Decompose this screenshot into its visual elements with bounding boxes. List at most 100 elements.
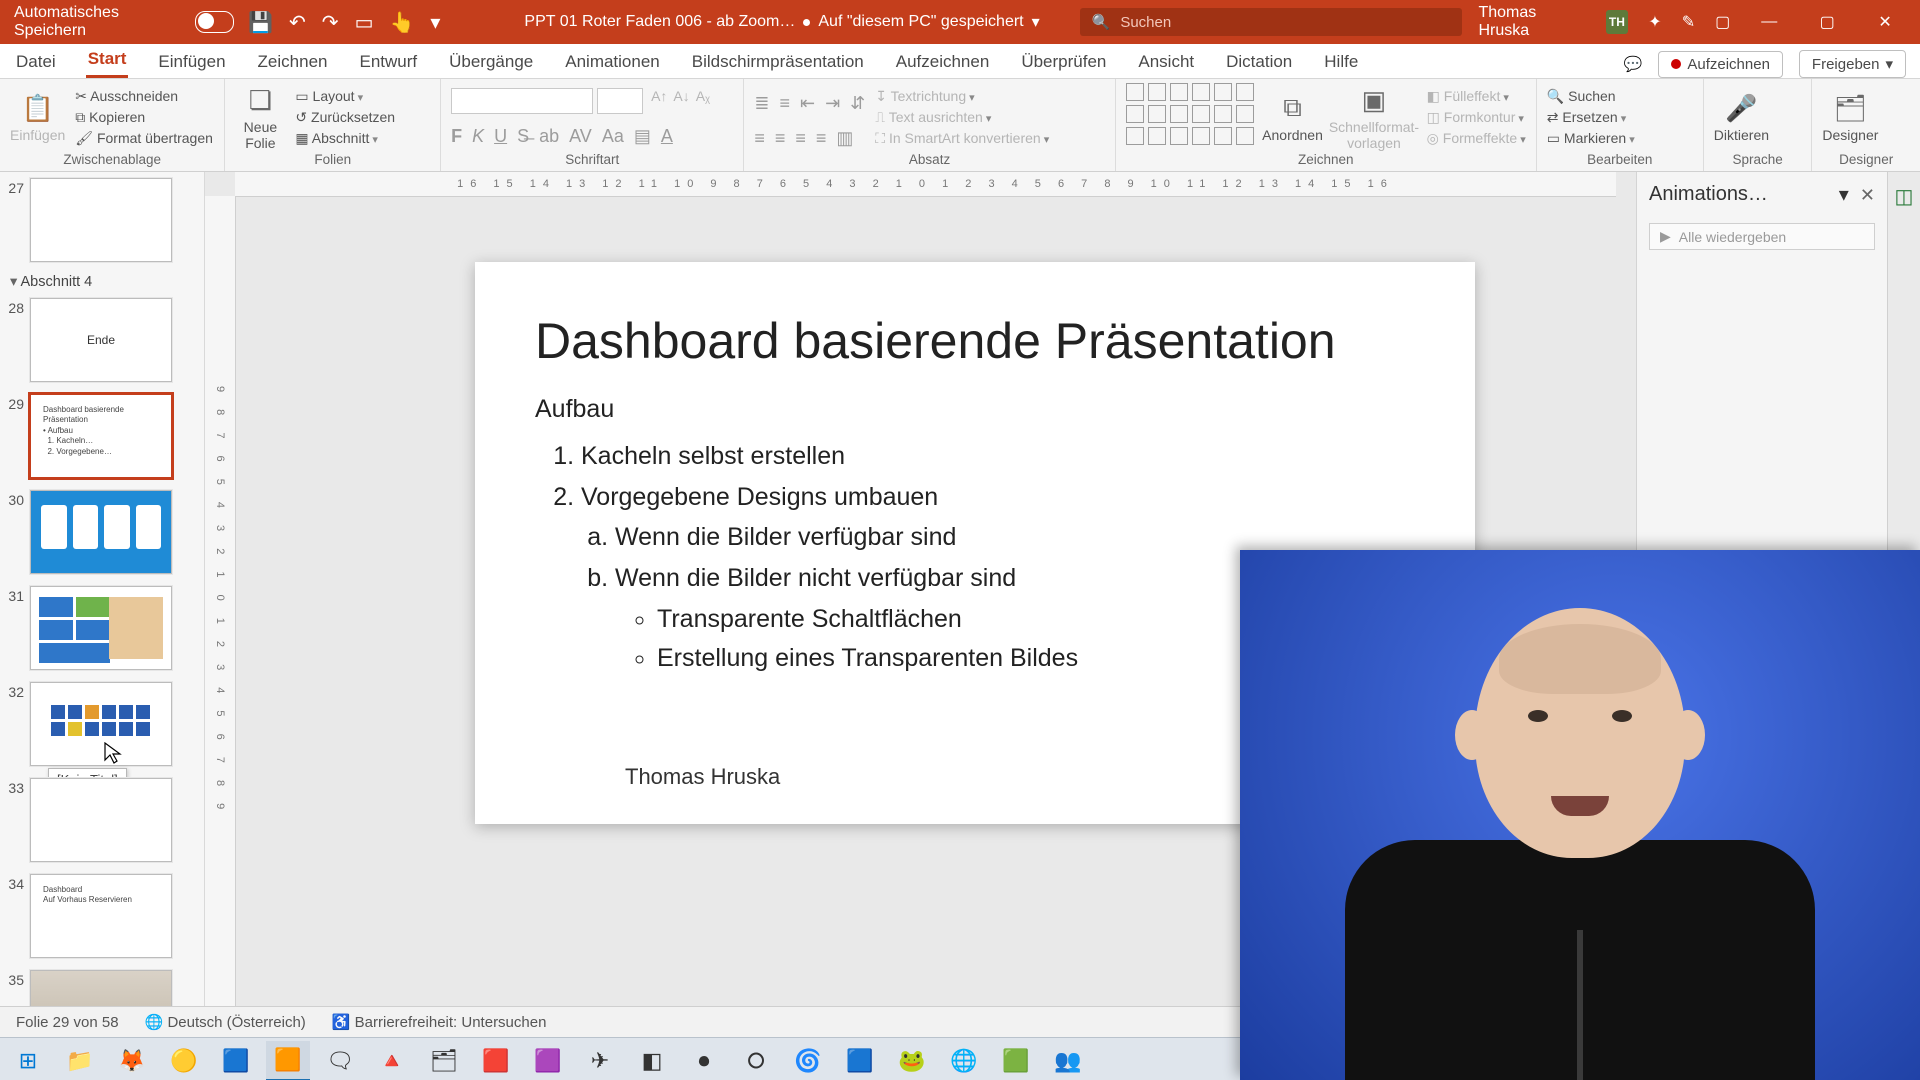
decrease-font-icon[interactable]: A↓ [673,88,689,114]
cut-button[interactable]: ✂ Ausschneiden [75,88,213,105]
touch-icon[interactable]: 👆 [389,10,414,35]
italic-icon[interactable]: K [472,126,484,147]
close-button[interactable]: ✕ [1866,12,1904,32]
redo-icon[interactable]: ↷ [322,10,339,35]
indent-dec-icon[interactable]: ⇤ [800,93,815,114]
replace-button[interactable]: ⇄ Ersetzen [1547,109,1635,126]
find-button[interactable]: 🔍 Suchen [1547,88,1635,105]
spacing-icon[interactable]: AV [569,126,592,147]
align-left-icon[interactable]: ≡ [754,128,765,149]
taskbar-outlook[interactable]: 🟦 [214,1042,258,1080]
document-title-area[interactable]: PPT 01 Roter Faden 006 - ab Zoom… Auf "d… [524,12,1039,32]
autosave-toggle[interactable]: Automatisches Speichern [14,4,234,40]
designer-button[interactable]: 🗂Designer [1822,83,1878,152]
highlight-icon[interactable]: ▤ [634,126,651,147]
coming-soon-icon[interactable]: ✦ [1648,12,1661,32]
taskbar-teams[interactable]: 👥 [1046,1042,1090,1080]
tab-datei[interactable]: Datei [14,46,58,78]
taskbar-app[interactable]: 🟥 [474,1042,518,1080]
quick-styles-button[interactable]: ▣Schnellformat- vorlagen [1331,83,1416,152]
status-accessibility[interactable]: ♿ Barrierefreiheit: Untersuchen [332,1013,547,1031]
taskbar-edge[interactable]: 🌐 [942,1042,986,1080]
window-layout-icon[interactable]: ▢ [1715,12,1730,32]
strike-icon[interactable]: S̶ [517,126,529,147]
slide-thumbnails-panel[interactable]: 27 Abschnitt 4 28 Ende 29 Dashboard basi… [0,172,205,1006]
status-language[interactable]: 🌐 Deutsch (Österreich) [145,1013,306,1031]
shape-fill-button[interactable]: ◧ Fülleffekt [1427,88,1526,105]
align-right-icon[interactable]: ≡ [795,128,806,149]
bold-icon[interactable]: F [451,126,462,147]
tab-animationen[interactable]: Animationen [563,46,662,78]
indent-inc-icon[interactable]: ⇥ [825,93,840,114]
taskbar-app[interactable]: 🗨 [318,1042,362,1080]
case-icon[interactable]: Aa [602,126,624,147]
shadow-icon[interactable]: ab [539,126,559,147]
taskbar-app[interactable]: ⭘ [734,1042,778,1080]
tab-zeichnen[interactable]: Zeichnen [256,46,330,78]
user-avatar[interactable]: TH [1606,10,1629,34]
taskbar-telegram[interactable]: ✈ [578,1042,622,1080]
columns-icon[interactable]: ▥ [836,128,853,149]
arrange-button[interactable]: ⧉Anordnen [1264,83,1321,152]
section-header[interactable]: Abschnitt 4 [10,274,198,290]
tab-bildschirmpraesentation[interactable]: Bildschirmpräsentation [690,46,866,78]
underline-icon[interactable]: U [494,126,507,147]
thumb-33[interactable] [30,778,172,862]
select-button[interactable]: ▭ Markieren [1547,130,1635,147]
pane-close-icon[interactable]: ✕ [1860,185,1875,205]
taskbar-explorer[interactable]: 📁 [58,1042,102,1080]
play-all-button[interactable]: ▶Alle wiedergeben [1649,223,1875,250]
draw-icon[interactable]: ✎ [1682,12,1695,32]
line-spacing-icon[interactable]: ⇵ [850,93,865,114]
text-direction-button[interactable]: ↧ Textrichtung [875,88,1049,105]
taskbar-onenote[interactable]: 🟪 [526,1042,570,1080]
share-button[interactable]: Freigeben ▾ [1799,50,1906,78]
taskbar-powerpoint[interactable]: 🟧 [266,1041,310,1080]
font-color-icon[interactable]: A [661,126,673,147]
numbering-icon[interactable]: ≡ [779,93,790,114]
taskbar-app[interactable]: 🌀 [786,1042,830,1080]
section-button[interactable]: ▦ Abschnitt [295,130,395,147]
increase-font-icon[interactable]: A↑ [651,88,667,114]
thumb-29[interactable]: Dashboard basierende Präsentation• Aufba… [30,394,172,478]
tab-ansicht[interactable]: Ansicht [1136,46,1196,78]
thumb-35[interactable] [30,970,172,1006]
layout-button[interactable]: ▭ Layout [295,88,395,105]
thumb-32[interactable] [30,682,172,766]
clear-format-icon[interactable]: Aᵪ [696,88,710,114]
record-button[interactable]: Aufzeichnen [1658,51,1783,78]
taskbar-app[interactable]: 🟦 [838,1042,882,1080]
chevron-down-icon[interactable]: ▾ [1032,12,1040,32]
shape-effects-button[interactable]: ◎ Formeffekte [1427,130,1526,147]
font-family-select[interactable] [451,88,593,114]
taskbar-app[interactable]: 🗂 [422,1042,466,1080]
search-box[interactable]: 🔍 Suchen [1080,8,1463,36]
font-size-select[interactable] [597,88,643,114]
start-button[interactable]: ⊞ [6,1042,50,1080]
dictate-button[interactable]: 🎤Diktieren [1714,83,1769,152]
taskbar-excel[interactable]: 🟩 [994,1042,1038,1080]
comments-button[interactable]: 💬 [1624,55,1643,73]
copy-button[interactable]: ⧉ Kopieren [75,109,213,126]
save-icon[interactable]: 💾 [248,10,273,35]
thumb-34[interactable]: DashboardAuf Vorhaus Reservieren [30,874,172,958]
justify-icon[interactable]: ≡ [816,128,827,149]
tab-dictation[interactable]: Dictation [1224,46,1294,78]
thumb-30[interactable] [30,490,172,574]
paste-button[interactable]: 📋Einfügen [10,83,65,152]
taskbar-firefox[interactable]: 🦊 [110,1042,154,1080]
taskbar-vlc[interactable]: 🔺 [370,1042,414,1080]
slide-title[interactable]: Dashboard basierende Präsentation [535,312,1415,370]
tab-ueberpruefen[interactable]: Überprüfen [1019,46,1108,78]
smartart-button[interactable]: ⛶ In SmartArt konvertieren [875,130,1049,147]
tab-start[interactable]: Start [86,43,129,78]
align-text-button[interactable]: ⎍ Text ausrichten [875,109,1049,126]
shape-outline-button[interactable]: ◫ Formkontur [1427,109,1526,126]
align-center-icon[interactable]: ≡ [775,128,786,149]
tab-einfuegen[interactable]: Einfügen [156,46,227,78]
bullets-icon[interactable]: ≣ [754,93,769,114]
qat-more-icon[interactable]: ▾ [430,10,440,35]
thumb-31[interactable] [30,586,172,670]
undo-icon[interactable]: ↶ [289,10,306,35]
shapes-gallery[interactable] [1126,83,1254,152]
